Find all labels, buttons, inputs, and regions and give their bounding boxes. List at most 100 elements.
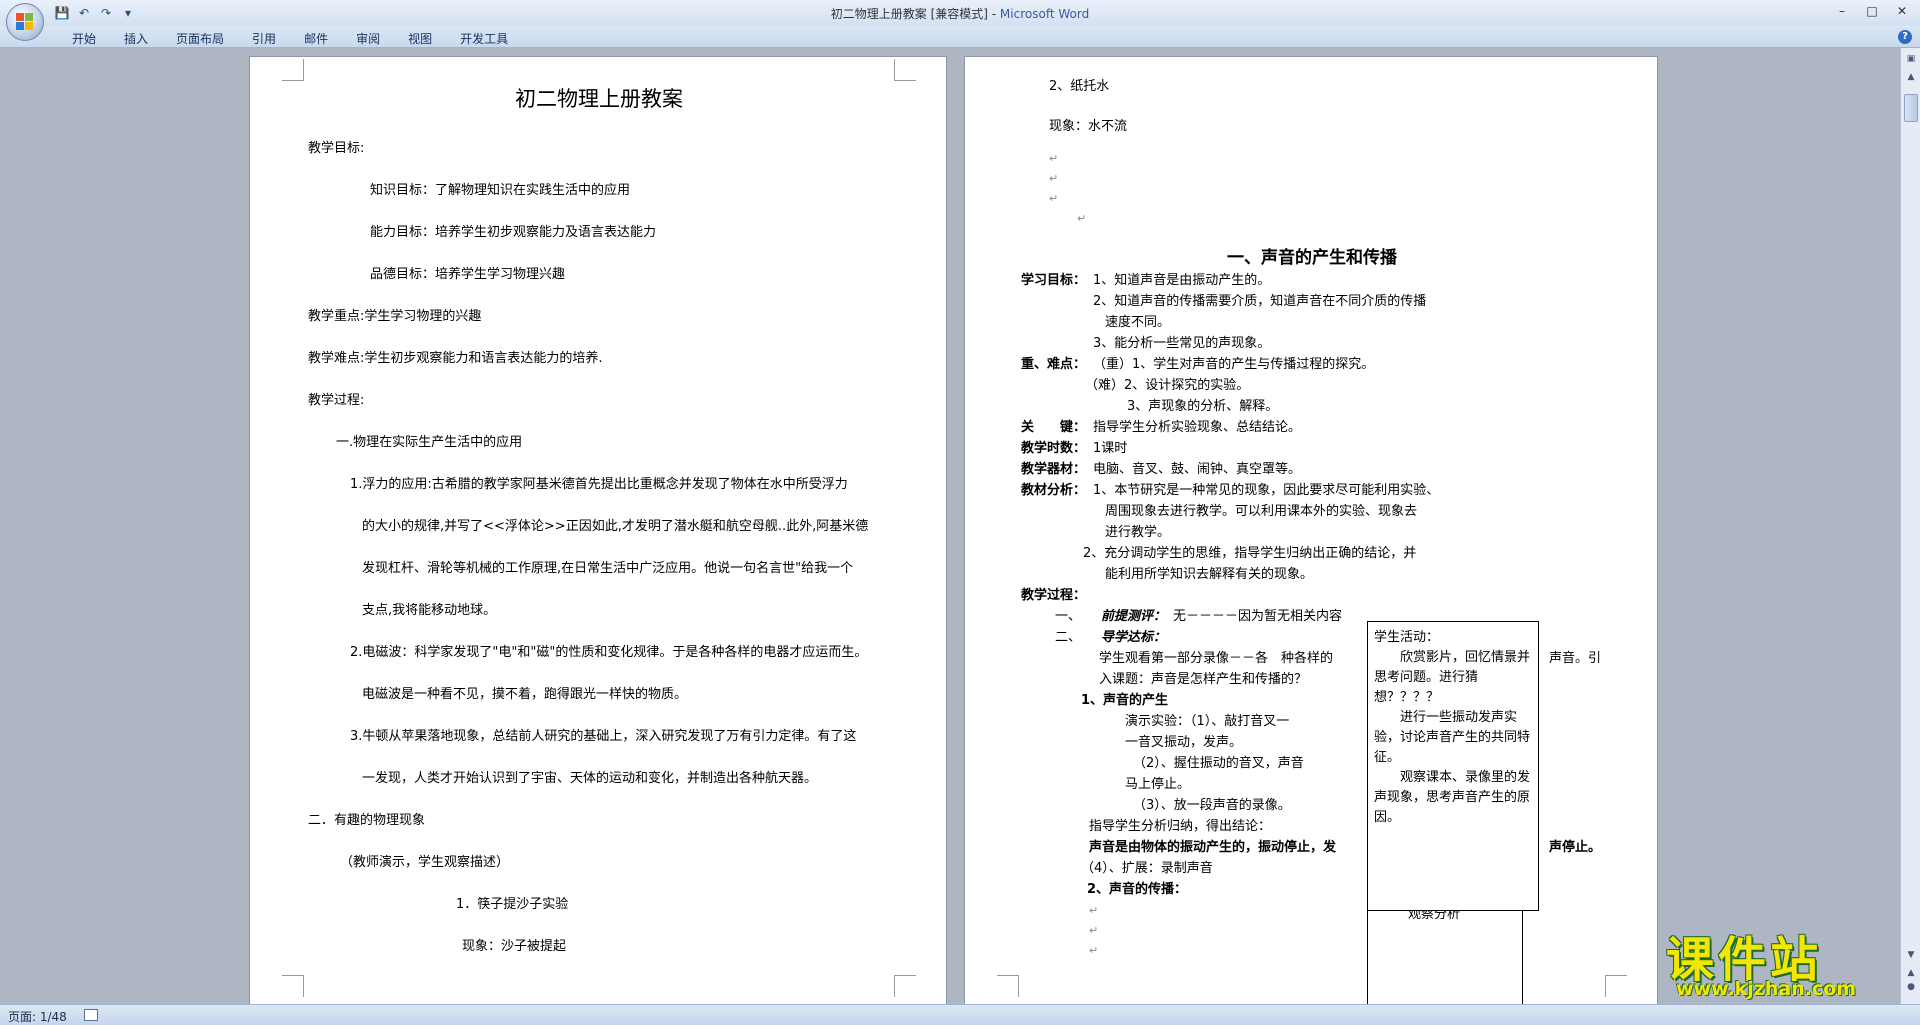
field-label: 教学时数： bbox=[1021, 441, 1087, 456]
maximize-icon[interactable]: □ bbox=[1858, 2, 1886, 20]
scroll-down-icon[interactable]: ▼ bbox=[1904, 948, 1918, 962]
field-value: （重）1、学生对声音的产生与传播过程的探究。 bbox=[1093, 357, 1375, 372]
paragraph: 现象：沙子被提起 bbox=[462, 939, 567, 954]
paragraph-mark: ↵ bbox=[1077, 212, 1087, 225]
subheading: 2、声音的传播： bbox=[1087, 882, 1188, 897]
field-value: 电脑、音叉、鼓、闹钟、真空罩等。 bbox=[1093, 462, 1302, 477]
paragraph: 现象：水不流 bbox=[1049, 119, 1128, 134]
student-activity-textbox[interactable]: 学生活动： 欣赏影片，回忆情景并思考问题。进行猜想？？？？ 进行一些振动发声实验… bbox=[1367, 621, 1539, 911]
process-text: 声音。引 bbox=[1549, 651, 1602, 666]
close-icon[interactable]: ✕ bbox=[1888, 2, 1916, 20]
process-number: 一、 bbox=[1055, 609, 1082, 624]
crop-mark bbox=[282, 975, 304, 997]
process-text: （4）、扩展：录制声音 bbox=[1081, 861, 1213, 876]
help-icon[interactable]: ? bbox=[1898, 30, 1912, 44]
section-heading: 一、声音的产生和传播 bbox=[1227, 248, 1397, 268]
paragraph: 教学目标: bbox=[308, 141, 365, 156]
ruler-toggle-icon[interactable]: ▣ bbox=[1904, 52, 1918, 66]
document-area: 初二物理上册教案 教学目标: 知识目标：了解物理知识在实践生活中的应用 能力目标… bbox=[0, 48, 1900, 1004]
field-label: 教材分析： bbox=[1021, 483, 1087, 498]
subheading: 1、声音的产生 bbox=[1081, 693, 1169, 708]
minimize-icon[interactable]: – bbox=[1828, 2, 1856, 20]
paragraph-mark: ↵ bbox=[1049, 172, 1059, 185]
office-button[interactable] bbox=[6, 3, 44, 41]
paragraph: 一发现，人类才开始认识到了宇宙、天体的运动和变化，并制造出各种航天器。 bbox=[362, 771, 818, 786]
field-value: 2、充分调动学生的思维，指导学生归纳出正确的结论，并 bbox=[1083, 546, 1417, 561]
table-column: 观察分析 bbox=[1367, 907, 1523, 1004]
process-number: 二、 bbox=[1055, 630, 1082, 645]
paragraph: 发现杠杆、滑轮等机械的工作原理,在日常生活中广泛应用。他说一句名言世"给我一个 bbox=[362, 561, 854, 576]
process-text: 马上停止。 bbox=[1125, 777, 1191, 792]
field-value: 3、能分析一些常见的声现象。 bbox=[1093, 336, 1271, 351]
title-bar: 💾 ↶ ↷ ▾ 初二物理上册教案 [兼容模式] - Microsoft Word… bbox=[0, 0, 1920, 26]
process-label: 前提测评： bbox=[1101, 609, 1167, 624]
watermark-url: www.kjzhan.com bbox=[1676, 978, 1857, 1000]
crop-mark bbox=[997, 975, 1019, 997]
tab-mailings[interactable]: 邮件 bbox=[290, 28, 342, 49]
field-value: 1、知道声音是由振动产生的。 bbox=[1093, 273, 1271, 288]
ribbon-tab-bar: 开始 插入 页面布局 引用 邮件 审阅 视图 开发工具 ? bbox=[0, 26, 1920, 48]
app-name: Microsoft Word bbox=[999, 7, 1090, 21]
paragraph: 2、纸托水 bbox=[1049, 79, 1110, 94]
field-value: （难）2、设计探究的实验。 bbox=[1085, 378, 1250, 393]
conclusion-text: 声音是由物体的振动产生的，振动停止，发 bbox=[1089, 840, 1337, 855]
tab-home[interactable]: 开始 bbox=[58, 28, 110, 49]
textbox-paragraph: 进行一些振动发声实验，讨论声音产生的共同特征。 bbox=[1374, 710, 1531, 765]
field-value: 周围现象去进行教学。可以利用课本外的实验、现象去 bbox=[1105, 504, 1418, 519]
paragraph: 能力目标：培养学生初步观察能力及语言表达能力 bbox=[370, 225, 657, 240]
paragraph: 品德目标：培养学生学习物理兴趣 bbox=[370, 267, 566, 282]
document-heading: 初二物理上册教案 bbox=[515, 87, 683, 111]
field-value: 3、声现象的分析、解释。 bbox=[1127, 399, 1279, 414]
paragraph-mark: ↵ bbox=[1089, 944, 1099, 957]
scroll-up-icon[interactable]: ▲ bbox=[1904, 70, 1918, 84]
process-text: 演示实验：（1）、敲打音叉一 bbox=[1125, 714, 1290, 729]
office-logo-icon bbox=[16, 13, 34, 31]
paragraph: 3.牛顿从苹果落地现象，总结前人研究的基础上，深入研究发现了万有引力定律。有了这 bbox=[350, 729, 857, 744]
crop-mark bbox=[282, 59, 304, 81]
field-label: 教学过程： bbox=[1021, 588, 1087, 603]
tab-insert[interactable]: 插入 bbox=[110, 28, 162, 49]
paragraph: 1.浮力的应用:古希腊的教学家阿基米德首先提出比重概念并发现了物体在水中所受浮力 bbox=[350, 477, 848, 492]
paragraph-mark: ↵ bbox=[1089, 924, 1099, 937]
paragraph: 教学过程: bbox=[308, 393, 365, 408]
textbox-title: 学生活动： bbox=[1374, 630, 1440, 645]
paragraph-mark: ↵ bbox=[1049, 152, 1059, 165]
window-title: 初二物理上册教案 [兼容模式] - Microsoft Word bbox=[0, 5, 1920, 22]
paragraph: 电磁波是一种看不见，摸不着，跑得跟光一样快的物质。 bbox=[362, 687, 688, 702]
paragraph: （教师演示，学生观察描述） bbox=[340, 855, 510, 870]
paragraph: 2.电磁波：科学家发现了"电"和"磁"的性质和变化规律。于是各种各样的电器才应运… bbox=[350, 645, 868, 660]
field-value: 1、本节研究是一种常见的现象，因此要求尽可能利用实验、 bbox=[1093, 483, 1440, 498]
field-value: 进行教学。 bbox=[1105, 525, 1171, 540]
vertical-scrollbar[interactable]: ▣ ▲ ▼ ▲ ● bbox=[1900, 48, 1920, 1004]
paragraph: 教学难点:学生初步观察能力和语言表达能力的培养. bbox=[308, 351, 603, 366]
page-count[interactable]: 页面: 1/48 bbox=[8, 1008, 67, 1025]
watermark: 课件站 www.kjzhan.com bbox=[1666, 920, 1906, 1004]
field-value: 速度不同。 bbox=[1105, 315, 1171, 330]
field-label: 教学器材： bbox=[1021, 462, 1087, 477]
field-value: 2、知道声音的传播需要介质，知道声音在不同介质的传播 bbox=[1093, 294, 1427, 309]
process-text: 学生观看第一部分录像－－各 种各样的 bbox=[1099, 651, 1334, 666]
scroll-thumb[interactable] bbox=[1904, 94, 1918, 122]
page-2: 2、纸托水 现象：水不流 ↵ ↵ ↵ ↵ 一、声音的产生和传播 学习目标： 1、… bbox=[964, 56, 1658, 1004]
paragraph: 二．有趣的物理现象 bbox=[308, 813, 426, 828]
process-text: 一音叉振动，发声。 bbox=[1125, 735, 1243, 750]
process-label: 导学达标： bbox=[1101, 630, 1167, 645]
tab-review[interactable]: 审阅 bbox=[342, 28, 394, 49]
process-text: 无－－－－因为暂无相关内容 bbox=[1173, 609, 1343, 624]
proofing-icon[interactable] bbox=[84, 1009, 98, 1021]
paragraph: 一.物理在实际生产生活中的应用 bbox=[336, 435, 523, 450]
paragraph-mark: ↵ bbox=[1089, 904, 1099, 917]
process-text: （3）、放一段声音的录像。 bbox=[1133, 798, 1291, 813]
process-text: （2）、握住振动的音叉，声音 bbox=[1133, 756, 1304, 771]
tab-view[interactable]: 视图 bbox=[394, 28, 446, 49]
field-label: 重、难点： bbox=[1021, 357, 1087, 372]
paragraph-mark: ↵ bbox=[1049, 192, 1059, 205]
field-label: 学习目标： bbox=[1021, 273, 1087, 288]
tab-references[interactable]: 引用 bbox=[238, 28, 290, 49]
previous-page-icon[interactable]: ▲ bbox=[1904, 966, 1918, 980]
page-1: 初二物理上册教案 教学目标: 知识目标：了解物理知识在实践生活中的应用 能力目标… bbox=[249, 56, 947, 1004]
browse-object-icon[interactable]: ● bbox=[1904, 980, 1918, 994]
tab-page-layout[interactable]: 页面布局 bbox=[162, 28, 238, 49]
tab-developer[interactable]: 开发工具 bbox=[446, 28, 522, 49]
paragraph: 支点,我将能移动地球。 bbox=[362, 603, 497, 618]
